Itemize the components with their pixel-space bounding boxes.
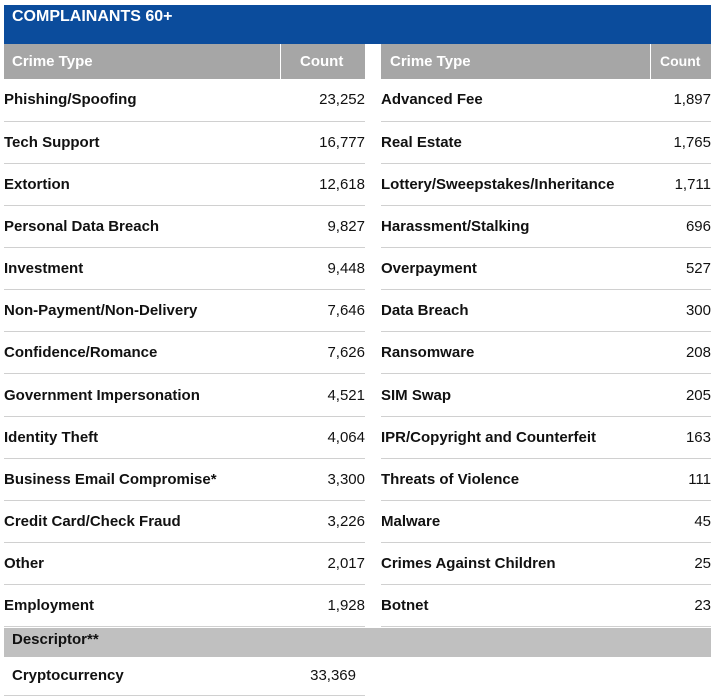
table-row: Other 2,017 Crimes Against Children 25 [4, 542, 711, 586]
left-crime-count: 7,626 [281, 331, 365, 375]
header-row-right: Crime Type Count [381, 44, 711, 79]
column-gap [365, 290, 381, 332]
right-crime-name: Ransomware [381, 331, 650, 375]
header-crime-type-left: Crime Type [12, 53, 93, 70]
descriptor-label: Descriptor** [12, 631, 99, 648]
left-crime-name: Extortion [4, 163, 281, 206]
right-crime-count: 300 [650, 289, 711, 333]
right-crime-count: 696 [650, 205, 711, 249]
left-crime-count: 16,777 [281, 121, 365, 164]
header-count-left: Count [300, 53, 344, 70]
table-row: Tech Support 16,777 Real Estate 1,765 [4, 121, 711, 164]
left-crime-count: 1,928 [281, 584, 365, 628]
table-row: Phishing/Spoofing 23,252 Advanced Fee 1,897 [4, 79, 711, 122]
table-row: Identity Theft 4,064 IPR/Copyright and Cou… [4, 416, 711, 459]
descriptor-count: 33,369 [310, 667, 356, 684]
column-gap [365, 543, 381, 585]
left-crime-name: Other [4, 542, 281, 586]
right-crime-name: Threats of Violence [381, 458, 650, 501]
crime-table-body: Phishing/Spoofing 23,252 Advanced Fee 1,897… [4, 79, 711, 628]
right-crime-count: 205 [650, 373, 711, 417]
left-crime-name: Tech Support [4, 121, 281, 164]
right-crime-count: 45 [650, 500, 711, 544]
column-gap [365, 458, 381, 500]
left-crime-name: Employment [4, 584, 281, 628]
header-count-right: Count [660, 53, 701, 69]
table-row: Extortion 12,618 Lottery/Sweepstakes/Inher… [4, 163, 711, 206]
column-gap [365, 374, 381, 416]
right-crime-name: Data Breach [381, 289, 650, 333]
left-crime-count: 4,064 [281, 416, 365, 459]
left-crime-count: 3,226 [281, 500, 365, 544]
column-gap [365, 121, 381, 163]
column-gap [365, 163, 381, 205]
right-crime-name: Harassment/Stalking [381, 205, 650, 249]
left-crime-name: Business Email Compromise* [4, 458, 281, 501]
column-gap [365, 248, 381, 290]
column-gap [365, 416, 381, 458]
table-row: Employment 1,928 Botnet 23 [4, 584, 711, 628]
table-title: COMPLAINANTS 60+ [4, 5, 711, 44]
table-row: Personal Data Breach 9,827 Harassment/Stal… [4, 205, 711, 249]
right-crime-count: 111 [650, 458, 711, 501]
left-crime-count: 23,252 [281, 79, 365, 122]
right-crime-name: Malware [381, 500, 650, 544]
left-crime-count: 9,827 [281, 205, 365, 249]
right-crime-count: 1,897 [650, 79, 711, 122]
table-row: Credit Card/Check Fraud 3,226 Malware 45 [4, 500, 711, 544]
right-crime-name: Overpayment [381, 247, 650, 291]
table-row: Investment 9,448 Overpayment 527 [4, 247, 711, 291]
right-crime-count: 163 [650, 416, 711, 459]
left-crime-name: Phishing/Spoofing [4, 79, 281, 122]
right-crime-name: IPR/Copyright and Counterfeit [381, 416, 650, 459]
right-crime-name: Crimes Against Children [381, 542, 650, 586]
descriptor-row: Cryptocurrency 33,369 [4, 657, 365, 696]
crime-table: Phishing/Spoofing 23,252 Advanced Fee 1,897… [4, 79, 711, 628]
header-divider-right [650, 44, 651, 79]
right-crime-count: 208 [650, 331, 711, 375]
right-crime-name: Advanced Fee [381, 79, 650, 122]
left-crime-count: 4,521 [281, 373, 365, 417]
header-crime-type-right: Crime Type [390, 53, 471, 70]
left-crime-count: 9,448 [281, 247, 365, 291]
right-crime-count: 1,711 [650, 163, 711, 206]
right-crime-name: Real Estate [381, 121, 650, 164]
left-crime-count: 12,618 [281, 163, 365, 206]
right-crime-count: 1,765 [650, 121, 711, 164]
column-gap [365, 79, 381, 121]
table-row: Non-Payment/Non-Delivery 7,646 Data Breach… [4, 289, 711, 333]
column-gap [365, 332, 381, 374]
left-crime-name: Investment [4, 247, 281, 291]
header-row-left: Crime Type Count [4, 44, 365, 79]
column-gap [365, 585, 381, 627]
header-divider-left [280, 44, 281, 79]
table-row: Confidence/Romance 7,626 Ransomware 208 [4, 331, 711, 375]
right-crime-count: 25 [650, 542, 711, 586]
left-crime-name: Non-Payment/Non-Delivery [4, 289, 281, 333]
left-crime-count: 7,646 [281, 289, 365, 333]
left-crime-name: Confidence/Romance [4, 331, 281, 375]
right-crime-count: 23 [650, 584, 711, 628]
left-crime-count: 2,017 [281, 542, 365, 586]
left-crime-name: Identity Theft [4, 416, 281, 459]
descriptor-name: Cryptocurrency [12, 667, 124, 684]
left-crime-name: Government Impersonation [4, 373, 281, 417]
left-crime-name: Personal Data Breach [4, 205, 281, 249]
descriptor-header-row: Descriptor** [4, 628, 711, 657]
table-row: Government Impersonation 4,521 SIM Swap 205 [4, 373, 711, 417]
left-crime-name: Credit Card/Check Fraud [4, 500, 281, 544]
left-crime-count: 3,300 [281, 458, 365, 501]
table-row: Business Email Compromise* 3,300 Threats o… [4, 458, 711, 501]
column-gap [365, 205, 381, 247]
right-crime-name: SIM Swap [381, 373, 650, 417]
right-crime-name: Lottery/Sweepstakes/Inheritance [381, 163, 650, 206]
right-crime-name: Botnet [381, 584, 650, 628]
column-gap [365, 500, 381, 542]
right-crime-count: 527 [650, 247, 711, 291]
